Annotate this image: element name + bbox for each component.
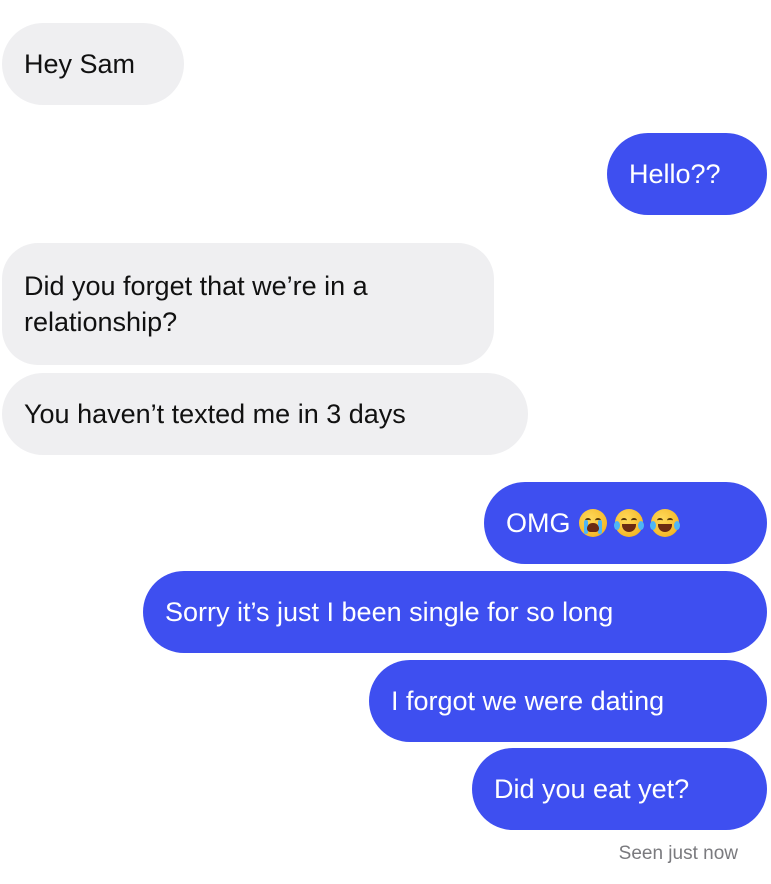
message-bubble-outgoing[interactable]: OMG [484, 482, 767, 564]
message-text: Hello?? [629, 159, 721, 189]
message-text: Sorry it’s just I been single for so lon… [165, 597, 614, 627]
message-bubble-outgoing[interactable]: Hello?? [607, 133, 767, 215]
message-bubble-outgoing[interactable]: I forgot we were dating [369, 660, 767, 742]
read-receipt: Seen just now [618, 843, 738, 864]
message-text: Did you forget that we’re in a relations… [24, 271, 368, 337]
message-bubble-outgoing[interactable]: Sorry it’s just I been single for so lon… [143, 571, 767, 653]
face-with-tears-of-joy-icon [649, 509, 680, 537]
message-text: You haven’t texted me in 3 days [24, 399, 406, 429]
message-bubble-incoming[interactable]: Hey Sam [2, 23, 184, 105]
message-text: Did you eat yet? [494, 774, 690, 804]
message-thread: Hey Sam Hello?? Did you forget that we’r… [0, 0, 771, 884]
message-text: OMG [506, 508, 571, 538]
loudly-crying-face-icon [578, 509, 607, 537]
message-text: I forgot we were dating [391, 686, 665, 716]
face-with-tears-of-joy-icon [613, 509, 644, 537]
message-bubble-incoming[interactable]: You haven’t texted me in 3 days [2, 373, 528, 455]
message-bubble-incoming[interactable]: Did you forget that we’re in a relations… [2, 243, 494, 365]
message-bubble-outgoing[interactable]: Did you eat yet? [472, 748, 767, 830]
message-text: Hey Sam [24, 49, 136, 79]
